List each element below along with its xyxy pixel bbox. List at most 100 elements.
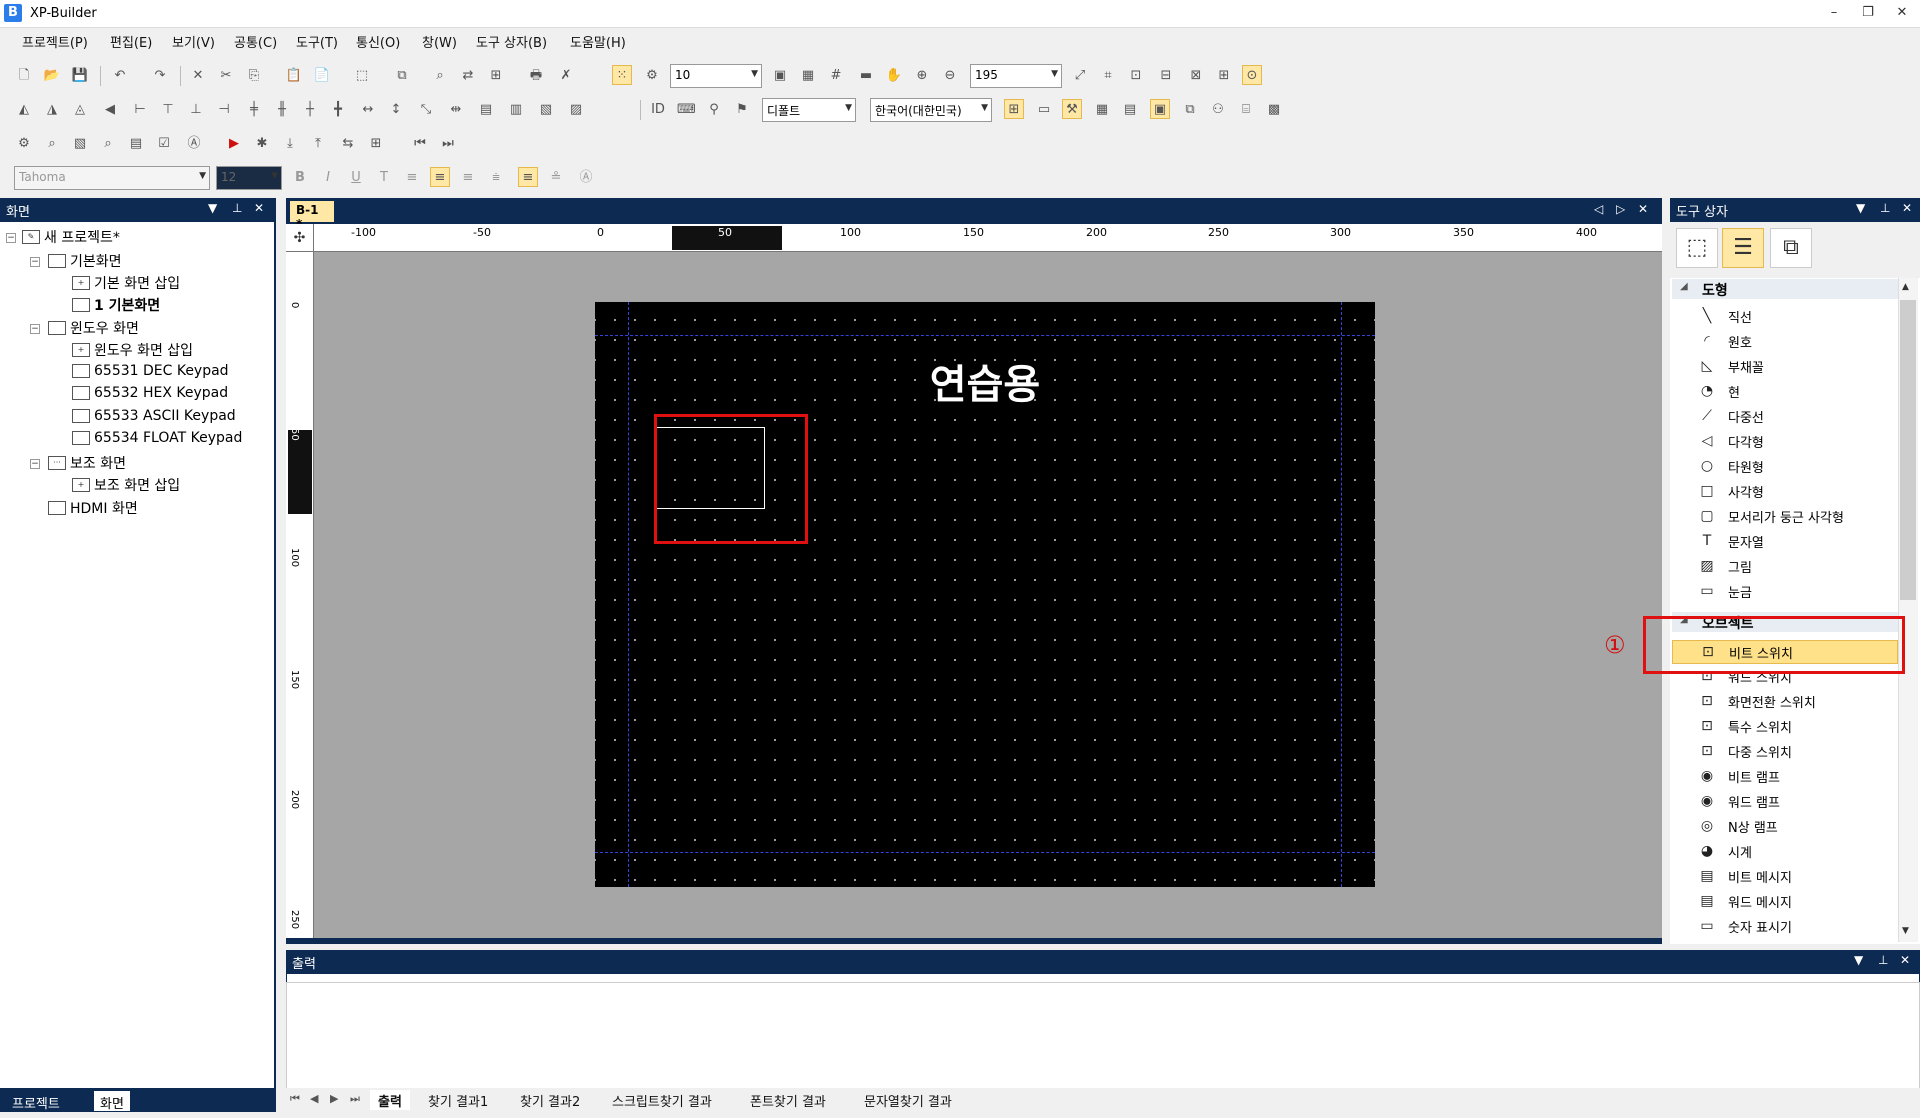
script-icon[interactable]: ⌸ bbox=[1236, 99, 1256, 119]
close-window-button[interactable]: ✕ bbox=[1892, 5, 1912, 23]
screen-view-icon[interactable]: ▭ bbox=[1034, 99, 1054, 119]
tool-bit-message[interactable]: ▤ 비트 메시지 bbox=[1672, 864, 1898, 888]
group-icon[interactable]: ⬚ bbox=[352, 65, 372, 85]
pin-icon[interactable]: ⊥ bbox=[1880, 201, 1890, 215]
font-color-icon[interactable]: Ⓐ bbox=[576, 167, 596, 187]
same-width-icon[interactable]: ↔ bbox=[358, 99, 378, 119]
find-icon[interactable]: ⌕ bbox=[430, 65, 450, 85]
paste-special-icon[interactable]: 📄 bbox=[312, 65, 332, 85]
library-icon[interactable]: ⧉ bbox=[1180, 99, 1200, 119]
backward-icon[interactable]: ▨ bbox=[566, 99, 586, 119]
tool-arc[interactable]: ◜ 원호 bbox=[1672, 329, 1898, 353]
panel-dropdown-icon[interactable]: ▼ bbox=[1856, 201, 1865, 215]
tree-keypad-hex[interactable]: 65532 HEX Keypad bbox=[72, 385, 228, 401]
toolbox-view-icon[interactable]: ▣ bbox=[1150, 99, 1170, 119]
compile-icon[interactable]: ✱ bbox=[252, 133, 272, 153]
tree-expander[interactable]: − bbox=[30, 324, 40, 334]
tree-aux-screen[interactable]: ··· 보조 화면 bbox=[48, 453, 126, 473]
add-object-icon[interactable]: ⧉ bbox=[1770, 228, 1812, 268]
upload-icon[interactable]: ⤒ bbox=[308, 133, 328, 153]
tab-scroll-right-icon[interactable]: ▷ bbox=[1616, 202, 1625, 216]
screen-title-text[interactable]: 연습용 bbox=[595, 352, 1375, 410]
property-icon[interactable]: ⚒ bbox=[1062, 99, 1082, 119]
project-settings-icon[interactable]: ⚙ bbox=[14, 133, 34, 153]
tab-screen[interactable]: 화면 bbox=[94, 1091, 130, 1112]
align-center-h-icon[interactable]: ╫ bbox=[272, 99, 292, 119]
undo-icon[interactable]: ↶ bbox=[110, 65, 130, 85]
cross-ref-icon[interactable]: ⊞ bbox=[486, 65, 506, 85]
same-size-icon[interactable]: ⤡ bbox=[416, 99, 436, 119]
tool-line[interactable]: ╲ 직선 bbox=[1672, 304, 1898, 328]
tool-numeric-display[interactable]: ▭ 숫자 표시기 bbox=[1672, 914, 1898, 938]
last-page-icon[interactable]: ⏭ bbox=[438, 133, 458, 153]
text-align-right-icon[interactable]: ≡ bbox=[458, 167, 478, 187]
send-back-icon[interactable]: ▥ bbox=[506, 99, 526, 119]
zoom-fit-icon[interactable]: ⤢ bbox=[1070, 65, 1090, 85]
tab-project[interactable]: 프로젝트 bbox=[6, 1091, 66, 1112]
tool-multi-switch[interactable]: ⊡ 다중 스위치 bbox=[1672, 739, 1898, 763]
tool-text[interactable]: T 문자열 bbox=[1672, 529, 1898, 553]
language-select[interactable]: 한국어(대한민국) ▼ bbox=[870, 98, 992, 122]
multi-view-icon[interactable]: ⊞ bbox=[366, 133, 386, 153]
snap-grid-icon[interactable]: ▣ bbox=[770, 65, 790, 85]
tool-special-switch[interactable]: ⊡ 특수 스위치 bbox=[1672, 714, 1898, 738]
tree-basic-screen[interactable]: 기본화면 bbox=[48, 251, 122, 271]
align-left-icon[interactable]: ⊢ bbox=[130, 99, 150, 119]
menu-help[interactable]: 도움말(H) bbox=[570, 32, 626, 51]
delete-icon[interactable]: ✕ bbox=[188, 65, 208, 85]
hmi-screen-canvas[interactable]: 연습용 bbox=[595, 302, 1375, 887]
select-pointer-icon[interactable]: ⬚ bbox=[1676, 228, 1718, 268]
tool-polyline[interactable]: ⟋ 다중선 bbox=[1672, 404, 1898, 428]
project-tree-icon[interactable]: ⊞ bbox=[1004, 99, 1024, 119]
underline-icon[interactable]: U bbox=[346, 167, 366, 187]
check-icon[interactable]: ☑ bbox=[154, 133, 174, 153]
target-icon[interactable]: ⊙ bbox=[1242, 65, 1262, 85]
tool-word-message[interactable]: ▤ 워드 메시지 bbox=[1672, 889, 1898, 913]
tree-project-root[interactable]: ✎ 새 프로젝트* bbox=[22, 227, 120, 247]
rotate-icon[interactable]: ◬ bbox=[70, 99, 90, 119]
scroll-down-icon[interactable]: ▼ bbox=[1902, 926, 1909, 936]
snap-object-icon[interactable]: ▦ bbox=[798, 65, 818, 85]
tree-aux-insert[interactable]: + 보조 화면 삽입 bbox=[72, 475, 180, 495]
tab-find-result-2[interactable]: 찾기 결과2 bbox=[512, 1090, 588, 1110]
zoom-out-icon[interactable]: ⊖ bbox=[940, 65, 960, 85]
valign-bottom-icon[interactable]: ≗ bbox=[546, 167, 566, 187]
valign-middle-icon[interactable]: ≡ bbox=[518, 167, 538, 187]
tab-document-b1[interactable]: B-1 * bbox=[290, 201, 334, 231]
zoom-select-icon[interactable]: ⊞ bbox=[1214, 65, 1234, 85]
panel-dropdown-icon[interactable]: ▼ bbox=[1854, 953, 1863, 967]
menu-edit[interactable]: 편집(E) bbox=[110, 32, 152, 51]
id-icon[interactable]: ID bbox=[648, 99, 668, 119]
output-log[interactable] bbox=[286, 982, 1920, 1090]
flip-v-icon[interactable]: ◮ bbox=[42, 99, 62, 119]
tool-screen-switch[interactable]: ⊡ 화면전환 스위치 bbox=[1672, 689, 1898, 713]
first-tab-icon[interactable]: ⏮ bbox=[290, 1092, 300, 1106]
download-icon[interactable]: ⤓ bbox=[280, 133, 300, 153]
tree-basic-1[interactable]: 1 기본화면 bbox=[72, 295, 160, 315]
zoom-area-icon[interactable]: ⊠ bbox=[1186, 65, 1206, 85]
collapse-triangle-icon[interactable]: ◢ bbox=[1680, 281, 1688, 292]
zoom-page-icon[interactable]: ⊡ bbox=[1126, 65, 1146, 85]
font-style-select[interactable]: 디폴트 ▼ bbox=[762, 98, 856, 122]
pin-icon[interactable]: ⊥ bbox=[232, 201, 242, 215]
minimize-button[interactable]: – bbox=[1824, 5, 1844, 23]
panel-close-icon[interactable]: ✕ bbox=[1900, 953, 1910, 967]
tree-keypad-ascii[interactable]: 65533 ASCII Keypad bbox=[72, 408, 236, 424]
tool-image[interactable]: ▨ 그림 bbox=[1672, 554, 1898, 578]
text-align-center-icon[interactable]: ≡ bbox=[430, 167, 450, 187]
bold-icon[interactable]: B bbox=[290, 167, 310, 187]
zoom-in-icon[interactable]: ⊕ bbox=[912, 65, 932, 85]
tab-font-find[interactable]: 폰트찾기 결과 bbox=[742, 1090, 834, 1110]
text-align-left-icon[interactable]: ≡ bbox=[402, 167, 422, 187]
first-page-icon[interactable]: ⏮ bbox=[410, 133, 430, 153]
tree-expander[interactable]: − bbox=[6, 233, 16, 243]
redo-icon[interactable]: ↷ bbox=[150, 65, 170, 85]
font-size-select[interactable]: 12 ▼ bbox=[216, 166, 282, 190]
grid-size-select[interactable]: 10 ▼ bbox=[670, 64, 762, 88]
align-center-v-icon[interactable]: ╪ bbox=[244, 99, 264, 119]
menu-tools[interactable]: 도구(T) bbox=[296, 32, 338, 51]
zoom-width-icon[interactable]: ⊟ bbox=[1156, 65, 1176, 85]
tree-basic-insert[interactable]: + 기본 화면 삽입 bbox=[72, 273, 180, 293]
inspect-icon[interactable]: ⌕ bbox=[98, 133, 118, 153]
bring-front-icon[interactable]: ▤ bbox=[476, 99, 496, 119]
